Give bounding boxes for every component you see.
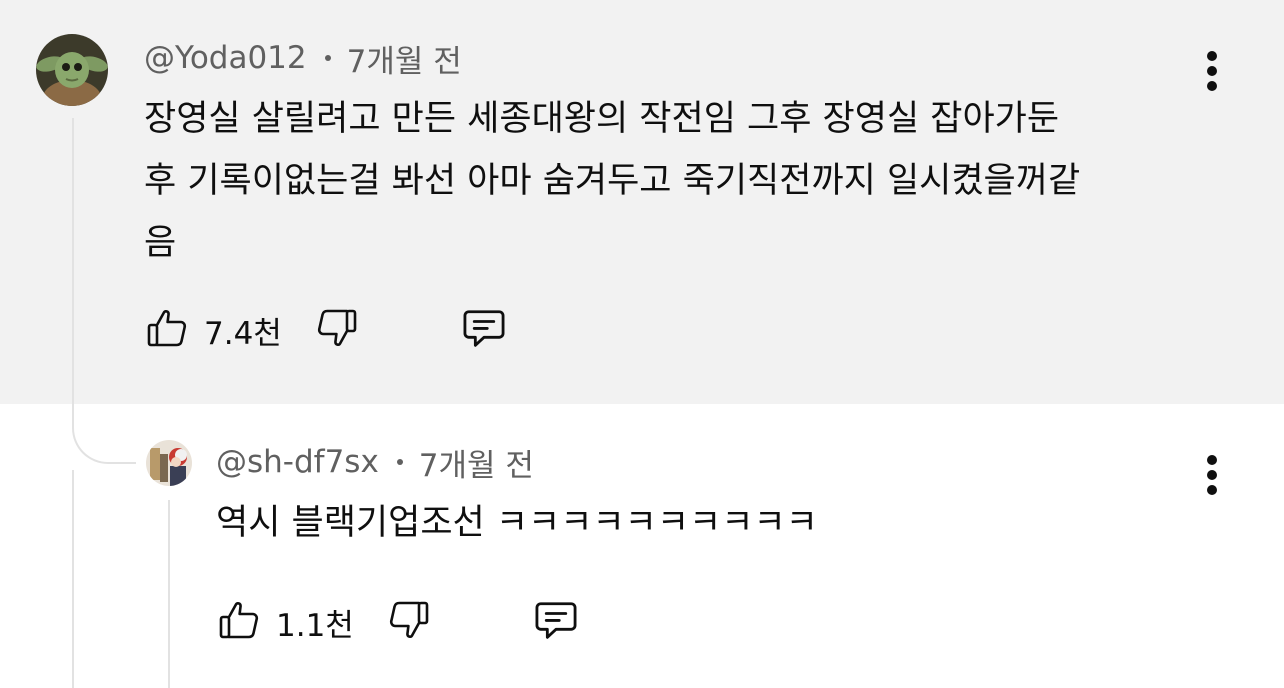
thumbs-up-icon[interactable] <box>144 304 192 356</box>
timestamp[interactable]: 7개월 전 <box>347 36 462 81</box>
comment-line: 음 <box>144 223 177 263</box>
like-count: 1.1천 <box>276 607 354 644</box>
author-handle[interactable]: @sh-df7sx <box>216 444 379 480</box>
comment-top: @Yoda012 7개월 전 장영실 살릴려고 만든 세종대왕의 작전임 그후 … <box>0 0 1284 404</box>
comment-meta: @Yoda012 7개월 전 <box>144 36 462 80</box>
comment-body: 장영실 살릴려고 만든 세종대왕의 작전임 그후 장영실 잡아가둔 후 기록이없… <box>144 88 1224 274</box>
more-vertical-icon[interactable] <box>1205 455 1219 495</box>
comment-line: 장영실 살릴려고 만든 세종대왕의 작전임 그후 장영실 잡아가둔 <box>144 99 1060 139</box>
reply-thread-line <box>168 500 170 688</box>
thumbs-down-icon[interactable] <box>384 596 432 648</box>
thumbs-up-icon[interactable] <box>216 596 264 648</box>
comment-line: 후 기록이없는걸 봐선 아마 숨겨두고 죽기직전까지 일시켰을꺼같 <box>144 161 1081 201</box>
like-count: 7.4천 <box>204 315 282 352</box>
reply-meta: @sh-df7sx 7개월 전 <box>216 440 534 484</box>
separator-dot <box>396 459 403 465</box>
thumbs-down-icon[interactable] <box>312 304 360 356</box>
reply-actions: 1.1천 <box>216 596 582 648</box>
timestamp[interactable]: 7개월 전 <box>419 440 534 485</box>
comment-actions: 7.4천 <box>144 304 510 356</box>
more-vertical-icon[interactable] <box>1205 51 1219 91</box>
reply-body: 역시 블랙기업조선 ㅋㅋㅋㅋㅋㅋㅋㅋㅋㅋ <box>216 492 1216 554</box>
thread-line <box>72 118 74 408</box>
avatar-sh-df7sx[interactable] <box>146 440 192 486</box>
separator-dot <box>324 55 331 61</box>
comment-icon[interactable] <box>530 594 582 650</box>
avatar-yoda[interactable] <box>36 34 108 106</box>
comment-icon[interactable] <box>458 302 510 358</box>
reply-line: 역시 블랙기업조선 ㅋㅋㅋㅋㅋㅋㅋㅋㅋㅋ <box>216 503 818 543</box>
thread-line <box>72 470 74 688</box>
author-handle[interactable]: @Yoda012 <box>144 40 307 76</box>
